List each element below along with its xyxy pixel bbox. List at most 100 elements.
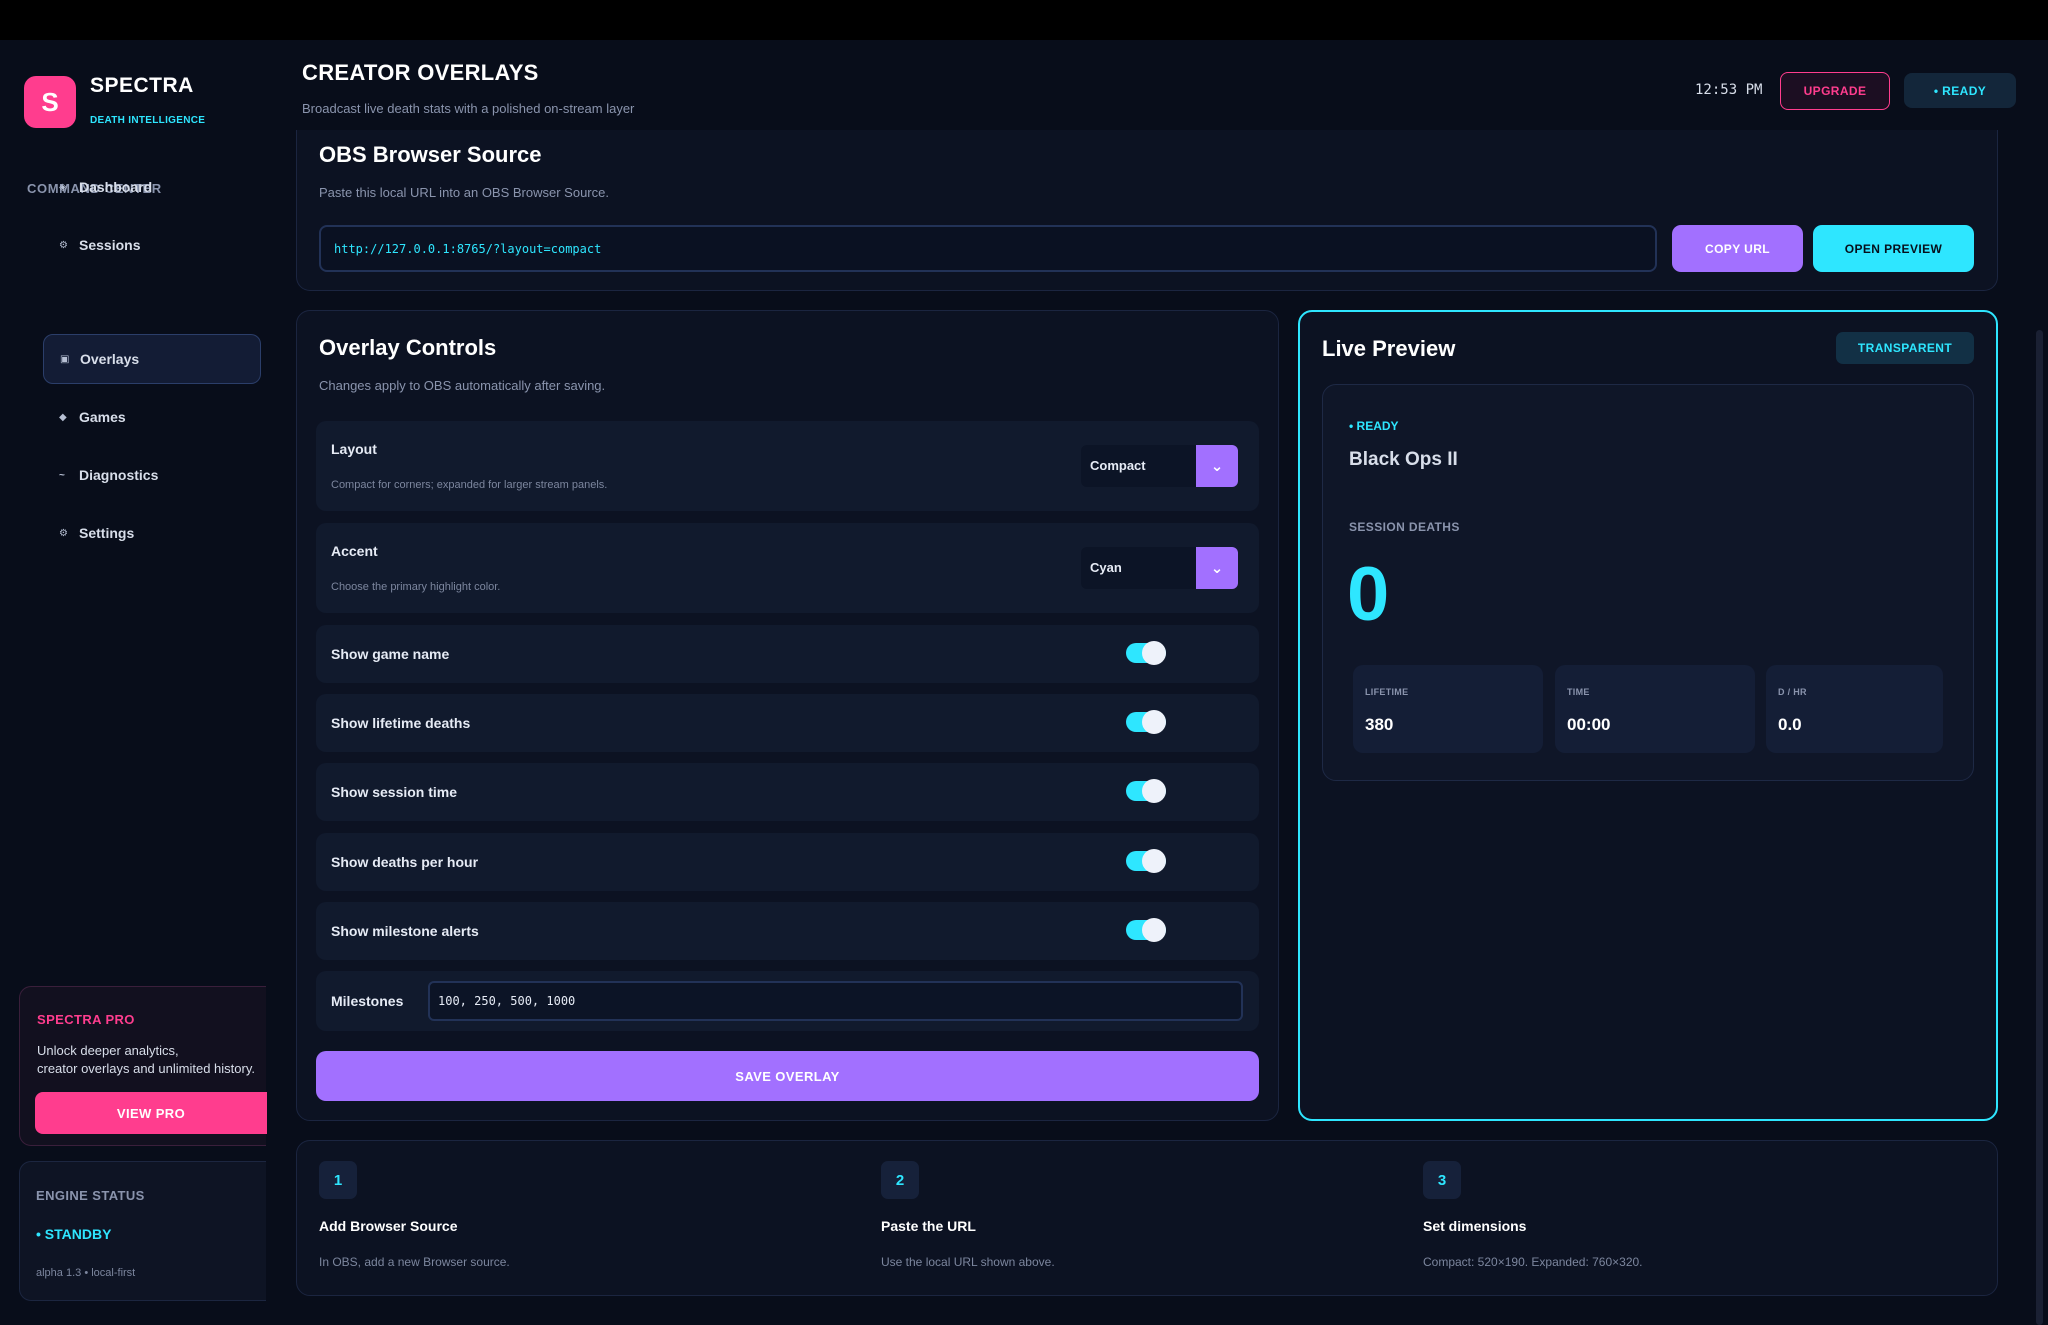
sidebar-item-label: Sessions: [79, 237, 141, 253]
overlay-url-field[interactable]: http://127.0.0.1:8765/?layout=compact: [319, 225, 1657, 272]
layout-select-value: Compact: [1090, 458, 1146, 473]
deaths-per-hour-toggle[interactable]: [1126, 849, 1166, 873]
sidebar-item-dashboard[interactable]: ◈ Dashboard: [43, 162, 261, 212]
controls-subtitle: Changes apply to OBS automatically after…: [319, 378, 606, 393]
brand-tagline: DEATH INTELLIGENCE: [90, 115, 206, 126]
layout-help: Compact for corners; expanded for larger…: [331, 479, 608, 491]
obs-title: OBS Browser Source: [319, 142, 542, 167]
stat-value: 0.0: [1778, 715, 1802, 734]
stat-label: LIFETIME: [1365, 687, 1409, 697]
sessions-icon: ⚙: [59, 239, 68, 251]
step-title: Set dimensions: [1423, 1218, 1527, 1234]
toggle-knob: [1142, 779, 1166, 803]
milestones-row: Milestones 100, 250, 500, 1000: [316, 971, 1259, 1031]
step-title: Add Browser Source: [319, 1218, 458, 1234]
chevron-down-icon[interactable]: ⌄: [1196, 445, 1238, 487]
sidebar-item-label: Games: [79, 409, 126, 425]
toggle-knob: [1142, 710, 1166, 734]
toggle-label: Show deaths per hour: [331, 854, 479, 870]
sidebar: S SPECTRA DEATH INTELLIGENCE COMMAND CEN…: [0, 40, 267, 1325]
overlay-game-name: Black Ops II: [1349, 449, 1458, 470]
toggle-row-deaths-per-hour: Show deaths per hour: [316, 833, 1259, 891]
engine-status-card: ENGINE STATUS • STANDBY alpha 1.3 • loca…: [19, 1161, 266, 1301]
session-deaths-label: SESSION DEATHS: [1349, 520, 1460, 534]
step-3: 3 Set dimensions Compact: 520×190. Expan…: [1423, 1161, 1643, 1269]
page-scrollbar[interactable]: [2036, 330, 2043, 1325]
pro-description: Unlock deeper analytics, creator overlay…: [37, 1043, 255, 1076]
step-number: 3: [1423, 1161, 1461, 1199]
overlay-preview-card: • READY Black Ops II SESSION DEATHS 0 LI…: [1322, 384, 1974, 781]
sidebar-item-label: Dashboard: [79, 179, 153, 195]
copy-url-button[interactable]: COPY URL: [1672, 225, 1803, 272]
sidebar-item-label: Diagnostics: [79, 467, 159, 483]
step-number: 2: [881, 1161, 919, 1199]
lifetime-deaths-toggle[interactable]: [1126, 710, 1166, 734]
layout-row: Layout Compact for corners; expanded for…: [316, 421, 1259, 511]
overlay-controls-panel: Overlay Controls Changes apply to OBS au…: [296, 310, 1279, 1121]
games-icon: ◆: [59, 411, 67, 423]
accent-row: Accent Choose the primary highlight colo…: [316, 523, 1259, 613]
toggle-knob: [1142, 641, 1166, 665]
accent-help: Choose the primary highlight color.: [331, 581, 501, 593]
settings-icon: ⚙: [59, 527, 68, 539]
step-1: 1 Add Browser Source In OBS, add a new B…: [319, 1161, 510, 1269]
toggle-row-game-name: Show game name: [316, 625, 1259, 683]
stat-value: 00:00: [1567, 715, 1611, 734]
accent-select[interactable]: Cyan ⌄: [1081, 547, 1238, 589]
window-top-bar: [0, 0, 2048, 40]
chevron-down-icon[interactable]: ⌄: [1196, 547, 1238, 589]
toggle-row-lifetime-deaths: Show lifetime deaths: [316, 694, 1259, 752]
toggle-knob: [1142, 849, 1166, 873]
stat-value: 380: [1365, 715, 1394, 734]
toggle-knob: [1142, 918, 1166, 942]
sidebar-item-diagnostics[interactable]: ~ Diagnostics: [43, 450, 261, 500]
session-deaths-value: 0: [1347, 552, 1390, 637]
milestones-input[interactable]: 100, 250, 500, 1000: [428, 981, 1243, 1021]
live-preview-panel: Live Preview TRANSPARENT • READY Black O…: [1298, 310, 1998, 1121]
session-time-toggle[interactable]: [1126, 779, 1166, 803]
step-title: Paste the URL: [881, 1218, 976, 1234]
sidebar-item-overlays[interactable]: ▣ Overlays: [43, 334, 261, 384]
step-description: Use the local URL shown above.: [881, 1255, 1055, 1269]
sidebar-item-label: Settings: [79, 525, 135, 541]
layout-select[interactable]: Compact ⌄: [1081, 445, 1238, 487]
milestone-alerts-toggle[interactable]: [1126, 918, 1166, 942]
accent-select-value: Cyan: [1090, 560, 1122, 575]
toggle-label: Show session time: [331, 784, 458, 800]
step-2: 2 Paste the URL Use the local URL shown …: [881, 1161, 1055, 1269]
stat-label: D / HR: [1778, 687, 1807, 697]
dashboard-icon: ◈: [59, 181, 67, 193]
sidebar-item-settings[interactable]: ⚙ Settings: [43, 508, 261, 558]
controls-title: Overlay Controls: [319, 335, 497, 360]
stat-time: TIME 00:00: [1555, 665, 1755, 753]
sidebar-item-sessions[interactable]: ⚙ Sessions: [43, 220, 261, 270]
diagnostics-icon: ~: [59, 469, 65, 481]
toggle-label: Show game name: [331, 646, 450, 662]
view-pro-button[interactable]: VIEW PRO: [35, 1092, 267, 1134]
sidebar-item-games[interactable]: ◆ Games: [43, 392, 261, 442]
clock: 12:53 PM: [1695, 82, 1763, 98]
step-description: Compact: 520×190. Expanded: 760×320.: [1423, 1255, 1643, 1269]
toggle-row-session-time: Show session time: [316, 763, 1259, 821]
upgrade-button[interactable]: UPGRADE: [1780, 72, 1890, 110]
engine-status-value: • STANDBY: [36, 1226, 112, 1242]
engine-version: alpha 1.3 • local-first: [36, 1267, 136, 1279]
app-logo: S: [24, 76, 76, 128]
page-subtitle: Broadcast live death stats with a polish…: [302, 101, 635, 116]
pro-title: SPECTRA PRO: [37, 1012, 135, 1027]
stat-label: TIME: [1567, 687, 1590, 697]
stat-lifetime: LIFETIME 380: [1353, 665, 1543, 753]
game-name-toggle[interactable]: [1126, 641, 1166, 665]
obs-browser-source-panel: OBS Browser Source Paste this local URL …: [296, 130, 1998, 291]
status-badge: • READY: [1904, 73, 2016, 108]
step-number: 1: [319, 1161, 357, 1199]
pro-promo-card: SPECTRA PRO Unlock deeper analytics, cre…: [19, 986, 267, 1146]
milestones-label: Milestones: [331, 993, 404, 1009]
overlay-status: • READY: [1349, 419, 1399, 433]
stat-deaths-per-hour: D / HR 0.0: [1766, 665, 1943, 753]
save-overlay-button[interactable]: SAVE OVERLAY: [316, 1051, 1259, 1101]
brand-name: SPECTRA: [90, 74, 194, 97]
open-preview-button[interactable]: OPEN PREVIEW: [1813, 225, 1974, 272]
toggle-label: Show lifetime deaths: [331, 715, 471, 731]
page-title: CREATOR OVERLAYS: [302, 60, 539, 85]
